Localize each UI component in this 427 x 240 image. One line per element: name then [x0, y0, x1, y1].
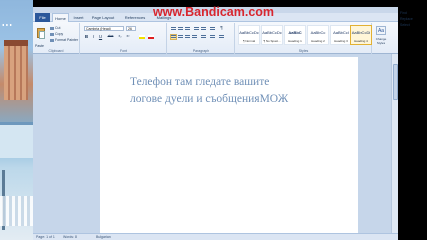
style-heading-1[interactable]: AaBbC Heading 1 — [284, 25, 306, 45]
style-name: Heading 1 — [288, 39, 302, 43]
desktop-building-illustration — [4, 40, 28, 100]
style-heading-2[interactable]: AaBbCc Heading 2 — [307, 25, 329, 45]
document-page[interactable]: Телефон там гледате вашите логове дуели … — [100, 57, 358, 233]
scissors-icon — [50, 26, 54, 30]
numbering-icon[interactable] — [178, 27, 183, 31]
document-text[interactable]: Телефон там гледате вашите логове дуели … — [130, 74, 340, 108]
justify-icon[interactable] — [192, 35, 197, 39]
clipboard-group: Paste Cut Copy Format Painter Clipboard — [33, 23, 80, 54]
document-line-2: логове дуели и съобщенияМОЖ — [130, 93, 289, 105]
desktop-road-illustration — [0, 122, 33, 158]
sort-icon[interactable] — [210, 27, 215, 31]
style-name: Heading 4 — [354, 39, 368, 43]
style-sample: AaBbCc — [310, 30, 326, 35]
format-painter-label: Format Painter — [55, 38, 79, 42]
multilevel-list-icon[interactable] — [185, 27, 190, 31]
align-right-icon[interactable] — [185, 35, 190, 39]
style-name: ¶ Normal — [242, 39, 256, 43]
style-name: Heading 2 — [311, 39, 325, 43]
status-word-count[interactable]: Words: 8 — [63, 235, 77, 239]
change-styles-icon: Aa — [376, 26, 386, 35]
align-center-icon[interactable] — [178, 35, 183, 39]
word-window: File Home Insert Page Layout References … — [33, 7, 398, 240]
format-painter-button[interactable]: Format Painter — [50, 38, 78, 42]
strikethrough-button[interactable]: abe — [106, 34, 115, 38]
style-sample: AaBbCcDc — [262, 30, 282, 35]
style-name: ¶ No Spaci... — [263, 39, 281, 43]
style-sample: AaBbCcDc — [239, 30, 259, 35]
line-spacing-icon[interactable] — [201, 35, 206, 39]
italic-button[interactable]: I — [91, 34, 96, 39]
change-styles-button[interactable]: Aa Change Styles — [373, 25, 389, 45]
subscript-button[interactable]: x₂ — [117, 34, 123, 38]
desktop-background: ∎ ∎ ∎ — [0, 0, 33, 240]
change-styles-label: Change Styles — [375, 37, 387, 45]
scrollbar-thumb[interactable] — [393, 64, 398, 100]
cut-button[interactable]: Cut — [50, 26, 60, 30]
align-left-icon[interactable] — [170, 34, 177, 40]
styles-group-label: Styles — [298, 49, 309, 53]
superscript-button[interactable]: x² — [125, 34, 131, 38]
paragraph-group: ¶ Paragraph — [168, 23, 235, 54]
document-line-1: Телефон там гледате вашите — [130, 76, 270, 88]
style-sample: AaBbCcDi — [351, 30, 371, 35]
desktop-peek-label: ∎ ∎ ∎ — [2, 22, 12, 27]
font-name-select[interactable]: Cambria (Headi — [84, 26, 124, 31]
copy-button[interactable]: Copy — [50, 32, 63, 36]
borders-icon[interactable] — [219, 35, 224, 39]
font-group: Cambria (Headi 26 B I U abe x₂ x² Font — [81, 23, 167, 54]
underline-button[interactable]: U — [98, 34, 103, 39]
show-formatting-marks-icon[interactable]: ¶ — [219, 25, 224, 30]
copy-label: Copy — [55, 32, 64, 36]
clipboard-group-label: Clipboard — [48, 49, 64, 53]
select-button[interactable]: Select — [400, 22, 425, 28]
style-heading-4[interactable]: AaBbCcDi Heading 4 — [350, 25, 372, 45]
bullets-icon[interactable] — [171, 27, 176, 31]
font-group-label: Font — [119, 49, 127, 53]
status-bar: Page: 1 of 1 Words: 8 Bulgarian — [33, 233, 398, 240]
copy-icon — [50, 32, 54, 36]
style-name: Heading 3 — [334, 39, 348, 43]
bandicam-watermark: www.Bandicam.com — [152, 5, 275, 19]
paragraph-group-label: Paragraph — [192, 49, 210, 53]
font-color-icon[interactable] — [148, 35, 154, 39]
paste-button[interactable]: Paste — [35, 26, 47, 48]
styles-group: AaBbCcDc ¶ Normal AaBbCcDc ¶ No Spaci...… — [236, 23, 372, 54]
style-sample: AaBbC — [288, 30, 302, 35]
desktop-flags-illustration — [0, 196, 33, 226]
style-heading-3[interactable]: AaBbCcI Heading 3 — [330, 25, 352, 45]
shading-icon[interactable] — [210, 35, 215, 39]
paste-sheet-icon — [39, 31, 45, 39]
cut-label: Cut — [55, 26, 61, 30]
paste-label: Paste — [35, 44, 44, 48]
style-no-spacing[interactable]: AaBbCcDc ¶ No Spaci... — [261, 25, 283, 45]
bold-button[interactable]: B — [84, 34, 89, 39]
font-size-select[interactable]: 26 — [126, 26, 136, 31]
status-language[interactable]: Bulgarian — [96, 235, 111, 239]
status-page-count[interactable]: Page: 1 of 1 — [36, 235, 55, 239]
highlight-icon[interactable] — [139, 35, 145, 39]
style-normal[interactable]: AaBbCcDc ¶ Normal — [238, 25, 260, 45]
right-black-bar — [398, 0, 427, 240]
vertical-scrollbar[interactable] — [391, 54, 398, 233]
increase-indent-icon[interactable] — [201, 27, 206, 31]
ribbon: Paste Cut Copy Format Painter Clipboard … — [33, 22, 398, 54]
style-sample: AaBbCcI — [333, 30, 349, 35]
document-area: Телефон там гледате вашите логове дуели … — [33, 54, 398, 233]
decrease-indent-icon[interactable] — [194, 27, 199, 31]
paintbrush-icon — [50, 38, 54, 42]
